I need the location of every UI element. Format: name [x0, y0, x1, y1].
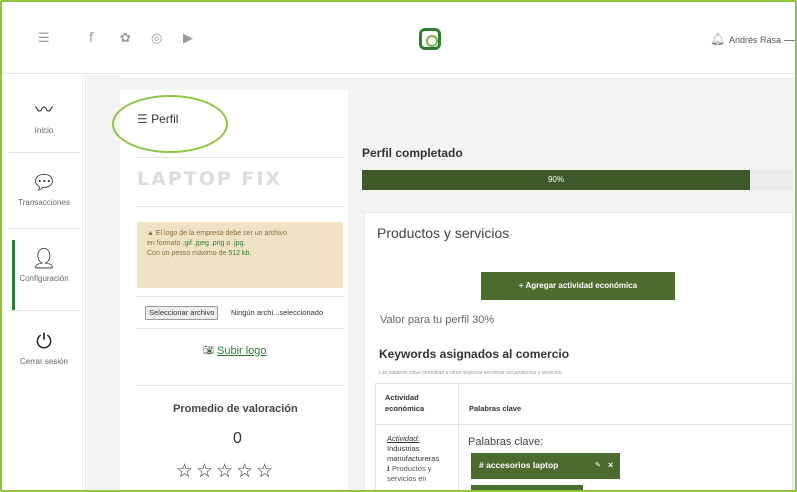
chart-line-icon: 〰: [35, 100, 53, 121]
logo-warning: ▲ El logo de la empresa debe ser un arch…: [137, 222, 343, 288]
sidebar-item-inicio[interactable]: 〰 Inicio: [2, 96, 86, 135]
profile-title: ☰ Perfil: [137, 112, 178, 126]
camera-icon: 📷︎: [203, 346, 215, 356]
profile-title-text: Perfil: [151, 112, 179, 126]
sidebar-item-transacciones[interactable]: 💬︎ Transacciones: [2, 170, 86, 207]
user-name[interactable]: Andrés Rasa: [729, 35, 781, 45]
activity-label: Actividad:: [387, 434, 420, 443]
add-activity-button[interactable]: + Agregar actividad económica: [481, 272, 675, 300]
info-icon[interactable]: ℹ: [387, 464, 390, 473]
keywords-cell-label: Palabras clave:: [468, 436, 544, 448]
table-divider: [375, 424, 793, 425]
progress-fill: 90%: [362, 170, 750, 190]
sidebar-divider: [8, 310, 80, 311]
instagram-icon[interactable]: ◎: [151, 32, 162, 46]
sidebar-item-label: Cerrar sesión: [19, 357, 68, 366]
rating-value: 0: [233, 430, 242, 447]
warning-icon: ▲: [147, 230, 154, 237]
info-text: Productos y: [391, 464, 432, 473]
company-logo: LAPTOP FIX: [137, 168, 283, 190]
power-icon: ⏻: [36, 329, 52, 353]
brand-logo[interactable]: [419, 28, 441, 50]
sidebar-item-cerrar-sesion[interactable]: ⏻ Cerrar sesión: [2, 329, 86, 366]
warning-formats: .gif .jpeg .png o .jpg.: [182, 240, 246, 247]
completion-progress-bar: 90%: [362, 170, 793, 190]
warning-line1: El logo de la empresa debe ser un archiv…: [155, 230, 288, 237]
select-file-button[interactable]: Seleccionar archivo: [145, 306, 219, 320]
top-bar: ☰ f ✿ ◎ ▶ 🔔︎ Andrés Rasa: [2, 2, 795, 74]
activity-name: Industrias: [387, 444, 420, 453]
top-strip: [120, 75, 795, 79]
menu-lines-icon[interactable]: ☰: [38, 32, 50, 46]
list-icon: ☰: [137, 112, 148, 126]
table-row-activity: Actividad: Industrias manufactureras ℹ P…: [387, 434, 455, 484]
column-header-keywords: Palabras clave: [469, 404, 522, 413]
sidebar-divider: [8, 228, 80, 229]
keywords-title: Keywords asignados al comercio: [379, 347, 570, 361]
divider: [137, 296, 343, 297]
file-input[interactable]: Seleccionar archivo Ningún archi...selec…: [137, 303, 343, 325]
file-status: Ningún archi...seleccionado: [231, 308, 324, 317]
header-text: económica: [385, 404, 425, 413]
progress-label: 90%: [547, 175, 564, 184]
close-icon[interactable]: ×: [608, 460, 613, 470]
activity-name: manufactureras: [387, 454, 440, 463]
twitter-icon[interactable]: ✿: [120, 32, 131, 46]
edit-icon[interactable]: ✎: [595, 461, 601, 469]
sidebar: 〰 Inicio 💬︎ Transacciones 👤︎ Configuraci…: [2, 74, 86, 490]
sidebar-item-configuracion[interactable]: 👤︎ Configuración: [2, 246, 86, 283]
keyword-tag-label: # accesorios laptop: [479, 460, 559, 470]
keyword-tag[interactable]: # accesorios laptop ✎ ×: [471, 453, 620, 479]
profile-value-text: Valor para tu perfil 30%: [380, 314, 495, 326]
divider: [137, 206, 343, 207]
warning-line2: en formato: [147, 240, 183, 247]
divider: [137, 328, 343, 329]
user-menu-line: [784, 40, 795, 41]
warning-line3: Con un pesso máximo de: [147, 250, 229, 257]
divider: [137, 385, 343, 386]
table-divider: [458, 383, 459, 492]
bell-icon[interactable]: 🔔︎: [710, 32, 725, 46]
sidebar-divider: [8, 152, 80, 153]
sidebar-item-label: Configuración: [19, 274, 69, 283]
money-chat-icon: 💬︎: [31, 170, 57, 194]
user-gear-icon: 👤︎: [31, 246, 57, 270]
sidebar-item-label: Inicio: [34, 126, 54, 135]
rating-title: Promedio de valoración: [173, 403, 298, 415]
warning-max-size: 512 kb.: [228, 250, 252, 257]
upload-logo-link[interactable]: Subir logo: [217, 345, 267, 357]
header-text: Actividad: [385, 393, 419, 402]
keyword-tag[interactable]: [471, 485, 583, 492]
facebook-icon[interactable]: f: [89, 32, 94, 46]
keywords-description: Las palabras clave permitirán a otros ne…: [379, 370, 563, 376]
sidebar-item-label: Transacciones: [18, 198, 70, 207]
products-title: Productos y servicios: [377, 225, 510, 241]
column-header-activity: Actividad económica: [385, 392, 424, 414]
rating-stars[interactable]: ☆☆☆☆☆: [176, 460, 276, 482]
youtube-icon[interactable]: ▶: [183, 32, 193, 46]
divider: [137, 157, 343, 158]
completion-title: Perfil completado: [362, 146, 463, 160]
info-text: servicios en: [387, 474, 427, 483]
